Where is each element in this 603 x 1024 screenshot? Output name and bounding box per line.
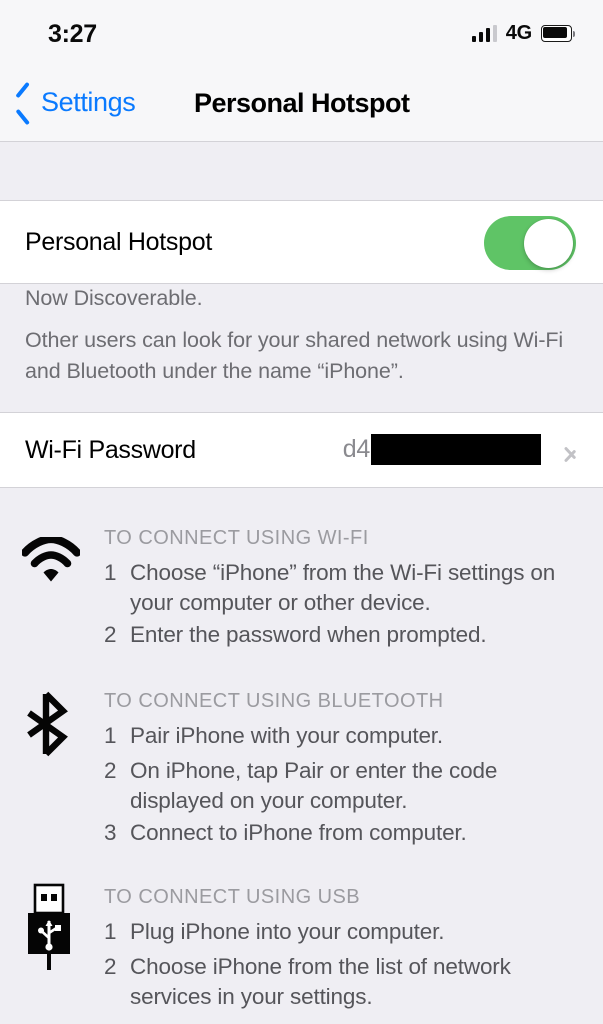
discoverable-line-2: Other users can look for your shared net… (25, 328, 564, 383)
chevron-left-icon (14, 86, 34, 118)
navigation-bar: Settings Personal Hotspot (0, 62, 603, 142)
step-number: 3 (104, 820, 117, 845)
instruction-step: 2 Choose iPhone from the list of network… (104, 952, 589, 1012)
step-number: 1 (104, 919, 117, 944)
instruction-step: 1 Pair iPhone with your computer. (104, 721, 589, 751)
instruction-step: 1 Plug iPhone into your computer. (104, 917, 589, 947)
toggle-knob (524, 218, 573, 268)
status-time: 3:27 (48, 20, 97, 48)
cellular-bars-icon (471, 25, 497, 42)
back-button[interactable]: Settings (14, 86, 136, 118)
wifi-icon (20, 534, 82, 588)
step-number: 2 (104, 622, 117, 647)
wifi-password-redaction-bar (371, 434, 541, 465)
instructions-wifi-heading: TO CONNECT USING WI-FI (104, 527, 369, 549)
instructions-bluetooth-heading: TO CONNECT USING BLUETOOTH (104, 690, 444, 712)
status-indicators: 4G (471, 22, 575, 45)
network-type-label: 4G (505, 22, 532, 44)
personal-hotspot-label: Personal Hotspot (25, 228, 212, 256)
step-text: Plug iPhone into your computer. (130, 919, 445, 944)
step-text: On iPhone, tap Pair or enter the code di… (130, 758, 498, 813)
page-title: Personal Hotspot (194, 88, 410, 118)
step-text: Pair iPhone with your computer. (130, 723, 444, 748)
personal-hotspot-toggle[interactable] (484, 216, 576, 270)
wifi-password-prefix: d4 (342, 435, 371, 463)
step-number: 2 (104, 758, 117, 783)
step-number: 2 (104, 954, 117, 979)
usb-icon (22, 883, 76, 976)
instruction-step: 2 On iPhone, tap Pair or enter the code … (104, 756, 589, 816)
step-text: Choose iPhone from the list of network s… (130, 954, 511, 1009)
step-text: Choose “iPhone” from the Wi-Fi settings … (130, 560, 556, 615)
instruction-step: 2 Enter the password when prompted. (104, 620, 589, 650)
step-number: 1 (104, 723, 117, 748)
discoverable-line-1: Now Discoverable. (25, 286, 203, 310)
wifi-password-label: Wi-Fi Password (25, 436, 196, 464)
chevron-right-icon (564, 441, 578, 465)
personal-hotspot-row[interactable]: Personal Hotspot (0, 200, 603, 284)
wifi-password-value: d4 (343, 434, 541, 465)
instruction-step: 1 Choose “iPhone” from the Wi-Fi setting… (104, 558, 589, 618)
wifi-password-row[interactable]: Wi-Fi Password d4 (0, 412, 603, 488)
battery-full-icon (541, 25, 575, 42)
step-number: 1 (104, 560, 117, 585)
instruction-step: 3 Connect to iPhone from computer. (104, 818, 589, 848)
instructions-usb-heading: TO CONNECT USING USB (104, 886, 361, 908)
back-button-label: Settings (41, 86, 136, 117)
step-text: Connect to iPhone from computer. (130, 820, 467, 845)
discoverable-note: Now Discoverable. Other users can look f… (25, 283, 585, 387)
step-text: Enter the password when prompted. (130, 622, 487, 647)
status-bar: 3:27 4G (0, 0, 603, 62)
bluetooth-icon (22, 691, 70, 762)
personal-hotspot-screen: 3:27 4G Settings Personal Hotspot Person… (0, 0, 603, 1024)
